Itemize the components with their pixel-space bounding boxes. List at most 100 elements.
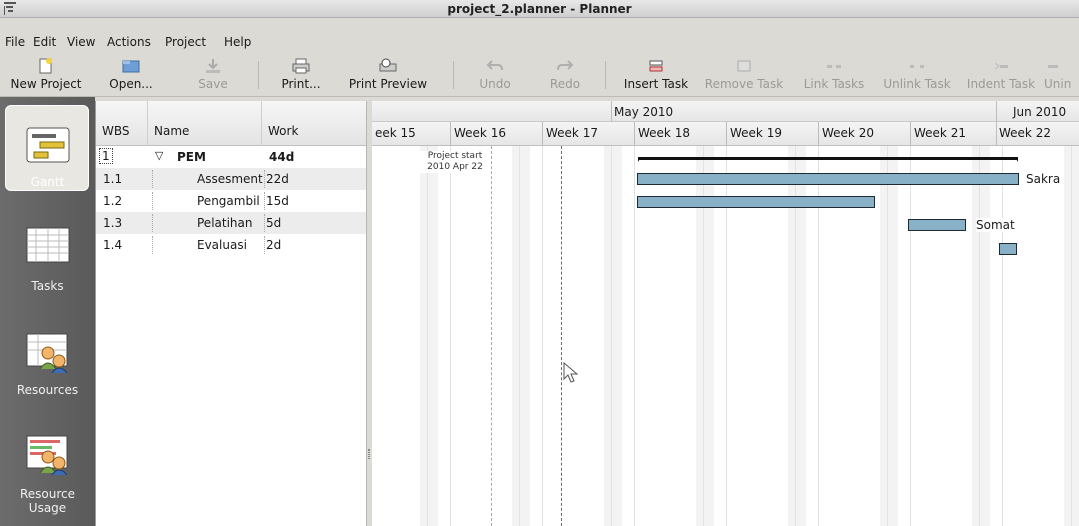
print-label: Print... <box>281 77 321 91</box>
indent-guide <box>152 170 153 188</box>
menu-edit[interactable]: Edit <box>33 35 56 49</box>
task-bar-pelatihan[interactable] <box>908 219 966 231</box>
resource-usage-view-icon <box>26 435 67 475</box>
unlink-task-label: Unlink Task <box>883 77 951 91</box>
menu-view[interactable]: View <box>67 35 95 49</box>
view-tasks-button[interactable]: Tasks <box>0 227 95 293</box>
task-name-cell[interactable]: PEM <box>177 150 206 164</box>
save-icon <box>206 59 220 73</box>
weekend-shade <box>880 146 898 526</box>
toolbar-separator <box>453 61 454 89</box>
redo-button[interactable]: Redo <box>540 51 590 97</box>
wbs-cell[interactable]: 1.2 <box>103 194 122 208</box>
weekend-shade <box>604 146 622 526</box>
grid-line <box>427 146 428 526</box>
task-bar-pengambil[interactable] <box>637 196 875 208</box>
insert-task-button[interactable]: Insert Task <box>618 51 694 97</box>
column-header-wbs[interactable]: WBS <box>96 101 148 146</box>
work-cell[interactable]: 15d <box>266 194 289 208</box>
task-name-cell[interactable]: Evaluasi <box>197 238 263 252</box>
resource-label-somat: Somat <box>976 218 1015 232</box>
unlink-task-button[interactable]: Unlink Task <box>876 51 958 97</box>
new-project-icon <box>39 58 52 74</box>
view-resource-usage-button[interactable]: Resource Usage <box>0 435 95 515</box>
column-header-name[interactable]: Name <box>148 101 262 146</box>
wbs-cell[interactable]: 1 <box>99 148 113 164</box>
indent-task-icon <box>994 62 1008 70</box>
indent-guide <box>152 192 153 210</box>
name-header: Name <box>154 124 190 138</box>
summary-bar-pem[interactable] <box>638 157 1018 160</box>
remove-task-label: Remove Task <box>704 77 784 91</box>
open-button[interactable]: Open... <box>100 51 162 97</box>
wbs-cell[interactable]: 1.4 <box>103 238 122 252</box>
window-title: project_2.planner - Planner <box>447 2 632 16</box>
weekend-shade <box>420 146 438 526</box>
summary-bar-end-cap <box>1015 157 1018 162</box>
month-label: May 2010 <box>614 105 674 119</box>
week-divider <box>542 122 543 146</box>
work-cell[interactable]: 5d <box>266 216 281 230</box>
week-divider <box>996 122 997 146</box>
work-cell[interactable]: 2d <box>266 238 281 252</box>
month-label: Jun 2010 <box>1013 105 1067 119</box>
week-label: Week 21 <box>914 126 966 140</box>
unindent-task-icon <box>1048 65 1058 68</box>
cell-divider <box>264 214 265 232</box>
wbs-cell[interactable]: 1.3 <box>103 216 122 230</box>
save-button[interactable]: Save <box>188 51 238 97</box>
tasks-view-icon <box>26 227 69 263</box>
collapse-triangle-icon[interactable]: ▽ <box>155 149 163 162</box>
table-row[interactable]: 1 ▽ PEM 44d <box>96 146 367 168</box>
grid-line <box>887 146 888 526</box>
undo-button[interactable]: Undo <box>470 51 520 97</box>
task-name-cell[interactable]: Pelatihan <box>197 216 263 230</box>
task-bar-assesment[interactable] <box>637 173 1019 185</box>
menu-help[interactable]: Help <box>224 35 251 49</box>
unindent-task-label: Unin <box>1044 77 1072 91</box>
link-tasks-label: Link Tasks <box>803 77 865 91</box>
table-row[interactable]: 1.2 Pengambil 15d <box>96 190 367 212</box>
insert-task-label: Insert Task <box>623 77 689 91</box>
project-start-text: Project start <box>427 151 483 161</box>
indent-task-button[interactable]: Indent Task <box>962 51 1040 97</box>
view-resources-button[interactable]: Resources <box>0 333 95 397</box>
wbs-cell[interactable]: 1.1 <box>103 172 122 186</box>
task-table: WBS Name Work 1 ▽ PEM 44d 1.1 Assesment … <box>95 101 367 526</box>
table-row[interactable]: 1.1 Assesment 22d <box>96 168 367 190</box>
week-label: eek 15 <box>375 126 416 140</box>
toolbar: New Project Open... Save Print... Print … <box>0 51 1079 97</box>
project-start-line <box>491 146 492 526</box>
work-cell[interactable]: 44d <box>269 150 294 164</box>
menu-actions[interactable]: Actions <box>107 35 151 49</box>
project-start-label: Project start 2010 Apr 22 <box>420 151 490 173</box>
week-label: Week 20 <box>822 126 874 140</box>
column-header-work[interactable]: Work <box>262 101 367 146</box>
gantt-chart: May 2010 Jun 2010 eek 15 Week 16 Week 17… <box>372 101 1079 526</box>
view-gantt-button[interactable]: Gantt <box>0 105 95 191</box>
link-tasks-button[interactable]: Link Tasks <box>798 51 870 97</box>
unindent-task-button[interactable]: Unin <box>1044 51 1079 97</box>
gantt-month-header: May 2010 Jun 2010 <box>372 101 1079 122</box>
cell-divider <box>264 192 265 210</box>
remove-task-button[interactable]: Remove Task <box>698 51 790 97</box>
grid-line <box>1071 146 1072 526</box>
task-name-cell[interactable]: Assesment <box>197 172 263 186</box>
title-bar: project_2.planner - Planner <box>0 0 1079 18</box>
menu-file[interactable]: File <box>5 35 25 49</box>
table-row[interactable]: 1.3 Pelatihan 5d <box>96 212 367 234</box>
new-project-button[interactable]: New Project <box>0 51 92 97</box>
link-tasks-icon <box>827 65 841 68</box>
grid-line <box>979 146 980 526</box>
mouse-pointer-icon <box>563 362 579 383</box>
menu-project[interactable]: Project <box>165 35 206 49</box>
print-button[interactable]: Print... <box>276 51 326 97</box>
work-cell[interactable]: 22d <box>266 172 289 186</box>
task-bar-evaluasi[interactable] <box>999 243 1017 255</box>
save-label: Save <box>198 77 228 91</box>
redo-icon <box>557 60 574 71</box>
view-tasks-label: Tasks <box>31 279 64 293</box>
table-row[interactable]: 1.4 Evaluasi 2d <box>96 234 367 256</box>
print-preview-button[interactable]: Print Preview <box>338 51 438 97</box>
task-name-cell[interactable]: Pengambil <box>197 194 263 208</box>
